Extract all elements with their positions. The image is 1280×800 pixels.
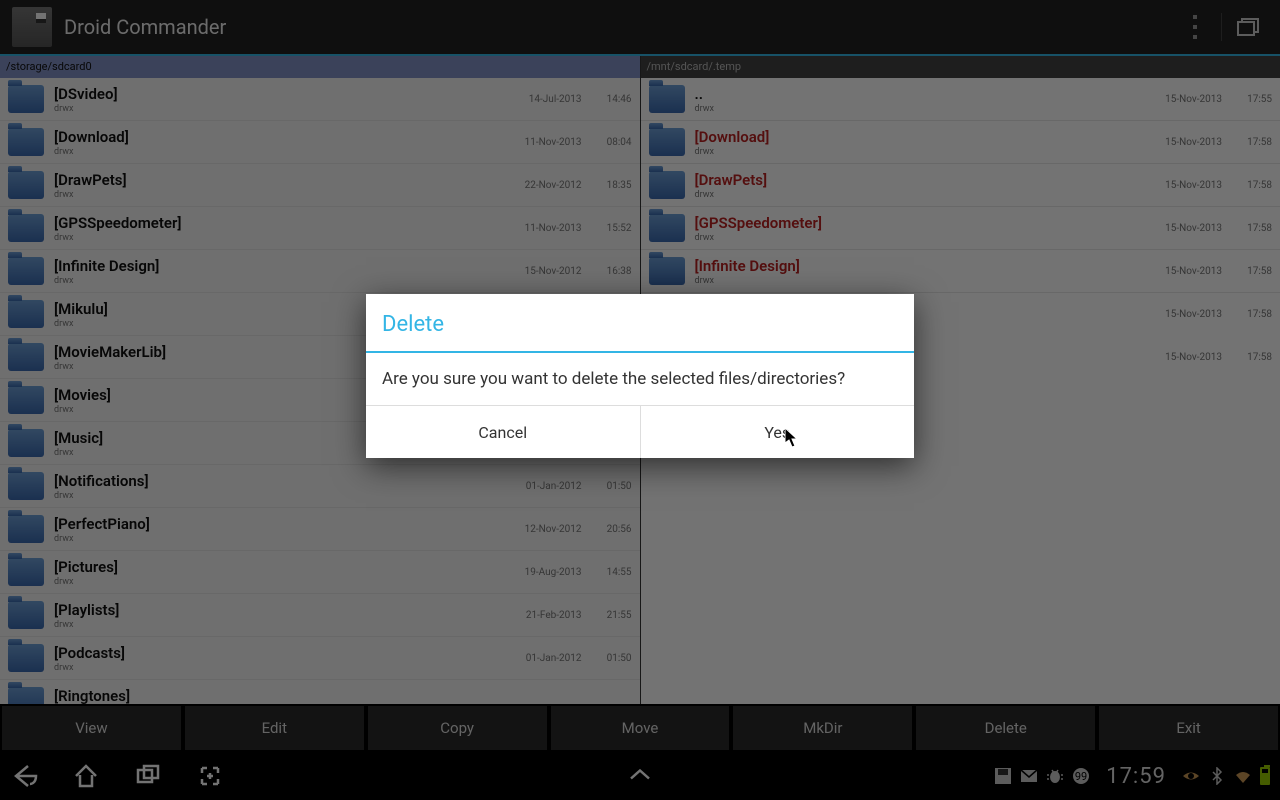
dialog-message: Are you sure you want to delete the sele…	[366, 353, 914, 405]
cancel-button[interactable]: Cancel	[366, 406, 640, 458]
dialog-title: Delete	[366, 294, 914, 351]
yes-button[interactable]: Yes	[640, 406, 915, 458]
delete-dialog: Delete Are you sure you want to delete t…	[366, 294, 914, 458]
